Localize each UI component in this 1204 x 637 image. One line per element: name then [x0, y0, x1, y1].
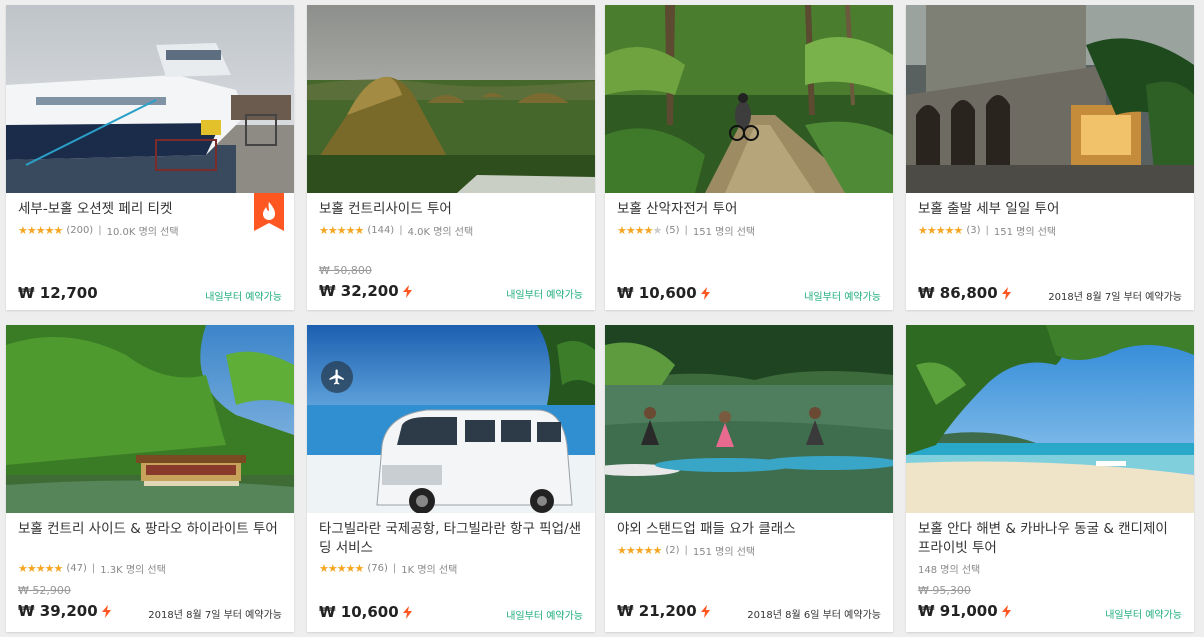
price-value: ₩ 91,000	[918, 602, 998, 620]
card-title[interactable]: 보홀 출발 세부 일일 투어	[918, 200, 1180, 219]
card-price: ₩ 21,200	[617, 602, 710, 620]
activity-card[interactable]: 야외 스탠드업 패들 요가 클래스 ★★★★★ (2) | 151 명의 선택 …	[605, 325, 893, 632]
card-rating: ★★★★★ (200) | 10.0K 명의 선택	[18, 223, 179, 238]
meta-separator: |	[985, 225, 989, 236]
activity-card[interactable]: 보홀 출발 세부 일일 투어 ★★★★★ (3) | 151 명의 선택 ₩ 8…	[906, 5, 1194, 310]
meta-separator: |	[392, 563, 397, 574]
rating-stars-icon: ★★★★★	[918, 224, 963, 237]
price-value: ₩ 10,600	[319, 603, 399, 621]
meta-separator: |	[399, 225, 403, 236]
airplane-icon	[321, 361, 353, 393]
price-value: ₩ 21,200	[617, 602, 697, 620]
card-price: ₩ 86,800	[918, 284, 1011, 302]
review-count: (200)	[66, 225, 94, 236]
meta-separator: |	[684, 225, 688, 236]
card-rating: ★★★★★ (2) | 151 명의 선택	[617, 543, 755, 558]
card-title[interactable]: 타그빌라란 국제공항, 타그빌라란 항구 픽업/샌딩 서비스	[319, 520, 581, 558]
rating-stars-icon: ★★★★★	[617, 224, 662, 237]
activity-card[interactable]: 세부-보홀 오션젯 페리 티켓 ★★★★★ (200) | 10.0K 명의 선…	[6, 5, 294, 310]
card-rating: ★★★★★ (76) | 1K 명의 선택	[319, 561, 457, 576]
activity-card[interactable]: 보홀 컨트리 사이드 & 팡라오 하이라이트 투어 ★★★★★ (47) | 1…	[6, 325, 294, 632]
card-image[interactable]	[6, 325, 294, 513]
card-price: ₩ 32,200	[319, 282, 412, 300]
card-price: ₩ 39,200	[18, 602, 111, 620]
activity-card[interactable]: 보홀 컨트리사이드 투어 ★★★★★ (144) | 4.0K 명의 선택 ₩ …	[307, 5, 595, 310]
chosen-count: 1K 명의 선택	[401, 565, 458, 576]
instant-confirm-icon	[1001, 286, 1011, 300]
review-count: (76)	[367, 563, 388, 574]
card-price: ₩ 10,600	[617, 284, 710, 302]
chosen-count: 151 명의 선택	[993, 227, 1057, 238]
instant-confirm-icon	[402, 605, 412, 619]
availability-text: 내일부터 예약가능	[205, 292, 282, 303]
rating-stars-icon: ★★★★★	[18, 562, 63, 575]
card-rating: ★★★★★ (5) | 151 명의 선택	[617, 223, 755, 238]
original-price: ₩ 52,900	[18, 584, 71, 597]
chosen-count: 151 명의 선택	[692, 227, 756, 238]
rating-stars-icon: ★★★★★	[617, 544, 662, 557]
price-value: ₩ 12,700	[18, 284, 98, 302]
instant-confirm-icon	[101, 604, 111, 618]
card-title[interactable]: 보홀 컨트리사이드 투어	[319, 200, 581, 219]
card-title[interactable]: 보홀 컨트리 사이드 & 팡라오 하이라이트 투어	[18, 520, 280, 539]
meta-separator: |	[91, 563, 96, 574]
chosen-count: 10.0K 명의 선택	[106, 227, 179, 238]
availability-text: 내일부터 예약가능	[804, 292, 881, 303]
card-image[interactable]	[307, 325, 595, 513]
chosen-count: 151 명의 선택	[692, 547, 756, 558]
chosen-count: 148 명의 선택	[918, 565, 981, 576]
availability-text: 내일부터 예약가능	[506, 611, 583, 622]
review-count: (144)	[367, 225, 395, 236]
card-image[interactable]	[307, 5, 595, 193]
instant-confirm-icon	[402, 284, 412, 298]
card-price: ₩ 91,000	[918, 602, 1011, 620]
chosen-count: 4.0K 명의 선택	[407, 227, 474, 238]
card-rating: ★★★★★ (144) | 4.0K 명의 선택	[319, 223, 473, 238]
price-value: ₩ 10,600	[617, 284, 697, 302]
price-value: ₩ 32,200	[319, 282, 399, 300]
availability-text: 내일부터 예약가능	[506, 290, 583, 301]
card-rating: ★★★★★ (47) | 1.3K 명의 선택	[18, 561, 166, 576]
availability-text: 내일부터 예약가능	[1105, 610, 1182, 621]
instant-confirm-icon	[1001, 604, 1011, 618]
review-count: (3)	[966, 225, 981, 236]
original-price: ₩ 50,800	[319, 264, 372, 277]
original-price: ₩ 95,300	[918, 584, 971, 597]
review-count: (47)	[66, 563, 87, 574]
instant-confirm-icon	[700, 604, 710, 618]
card-price: ₩ 12,700	[18, 284, 98, 302]
chosen-count: 1.3K 명의 선택	[100, 565, 166, 576]
card-title[interactable]: 보홀 산악자전거 투어	[617, 200, 879, 219]
price-value: ₩ 86,800	[918, 284, 998, 302]
availability-text: 2018년 8월 7일 부터 예약가능	[148, 610, 282, 621]
activity-card[interactable]: 타그빌라란 국제공항, 타그빌라란 항구 픽업/샌딩 서비스 ★★★★★ (76…	[307, 325, 595, 632]
card-image[interactable]	[605, 325, 893, 513]
card-image[interactable]	[6, 5, 294, 193]
instant-confirm-icon	[700, 286, 710, 300]
card-image[interactable]	[906, 325, 1194, 513]
card-title[interactable]: 보홀 안다 해변 & 카바나우 동굴 & 캔디제이 프라이빗 투어	[918, 520, 1180, 558]
card-rating: ★★★★★ (3) | 151 명의 선택	[918, 223, 1056, 238]
review-count: (5)	[665, 225, 680, 236]
card-price: ₩ 10,600	[319, 603, 412, 621]
card-rating: 148 명의 선택	[918, 561, 980, 576]
meta-separator: |	[98, 225, 102, 236]
rating-stars-icon: ★★★★★	[18, 224, 63, 237]
price-value: ₩ 39,200	[18, 602, 98, 620]
review-count: (2)	[665, 545, 680, 556]
availability-text: 2018년 8월 6일 부터 예약가능	[747, 610, 881, 621]
card-image[interactable]	[605, 5, 893, 193]
card-title[interactable]: 세부-보홀 오션젯 페리 티켓	[18, 200, 280, 219]
rating-stars-icon: ★★★★★	[319, 562, 364, 575]
rating-stars-icon: ★★★★★	[319, 224, 364, 237]
activity-card[interactable]: 보홀 산악자전거 투어 ★★★★★ (5) | 151 명의 선택 ₩ 10,6…	[605, 5, 893, 310]
activity-card[interactable]: 보홀 안다 해변 & 카바나우 동굴 & 캔디제이 프라이빗 투어 148 명의…	[906, 325, 1194, 632]
card-image[interactable]	[906, 5, 1194, 193]
availability-text: 2018년 8월 7일 부터 예약가능	[1048, 292, 1182, 303]
meta-separator: |	[684, 545, 688, 556]
card-title[interactable]: 야외 스탠드업 패들 요가 클래스	[617, 520, 879, 539]
